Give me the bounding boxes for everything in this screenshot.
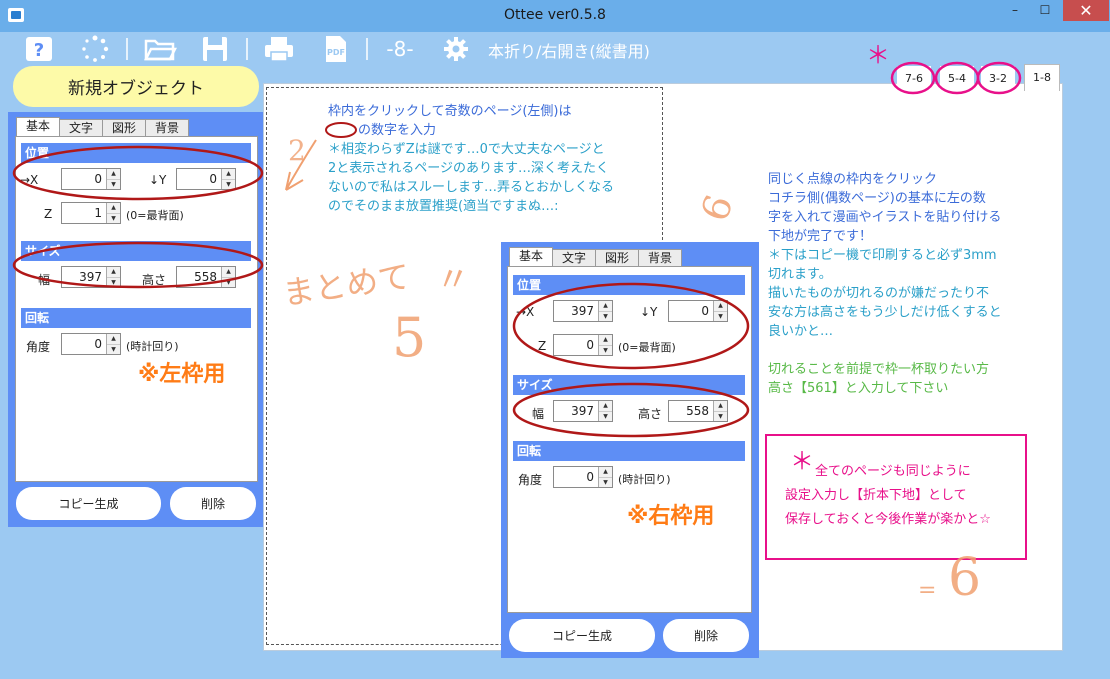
copy-button[interactable]: コピー生成 [509, 619, 655, 652]
pink-circle-tab-5-4 [934, 61, 980, 95]
pink-circle-tab-7-6 [890, 61, 936, 95]
red-circle-size [12, 241, 264, 289]
pink-circle-tab-3-2 [976, 61, 1022, 95]
tab-shape[interactable]: 図形 [595, 249, 640, 267]
height-input[interactable]: 558 ▲ ▼ [668, 400, 728, 422]
height-label: 高さ [638, 407, 663, 421]
tab-basic[interactable]: 基本 [509, 247, 554, 267]
width-label: 幅 [532, 407, 545, 421]
handwritten-arrow [285, 139, 317, 191]
angle-note: (時計回り) [618, 473, 671, 486]
right-panel-body: 位置 →X 397 ▲ ▼ ↓Y 0 ▲ ▼ Z 0 ▲ ▼ (0=最背面) サイズ 幅 3… [507, 266, 752, 613]
angle-label: 角度 [518, 473, 543, 487]
tab-text[interactable]: 文字 [552, 249, 597, 267]
tab-background[interactable]: 背景 [638, 249, 683, 267]
delete-button[interactable]: 削除 [663, 619, 749, 652]
rotation-section-title: 回転 [513, 441, 745, 461]
width-input[interactable]: 397 ▲ ▼ [553, 400, 613, 422]
position-section-title: 位置 [513, 275, 745, 295]
size-section-title: サイズ [513, 375, 745, 395]
x-input[interactable]: 397 ▲ ▼ [553, 300, 613, 322]
z-label: Z [538, 339, 547, 353]
red-circle-position [12, 145, 264, 201]
right-frame-label-top: ※右枠用 [627, 504, 715, 529]
z-input[interactable]: 0 ▲ ▼ [553, 334, 613, 356]
x-label: →X [516, 305, 535, 319]
y-input[interactable]: 0 ▲ ▼ [668, 300, 728, 322]
note-red-circle [325, 122, 357, 138]
z-note: (0=最背面) [618, 341, 676, 354]
right-property-panel: 基本 文字 図形 背景 位置 →X 397 ▲ ▼ ↓Y 0 ▲ ▼ Z 0 ▲ ▼ (0=… [501, 242, 759, 658]
angle-input[interactable]: 0 ▲ ▼ [553, 466, 613, 488]
right-panel-tabs: 基本 文字 図形 背景 [509, 247, 683, 267]
y-label: ↓Y [640, 305, 658, 319]
